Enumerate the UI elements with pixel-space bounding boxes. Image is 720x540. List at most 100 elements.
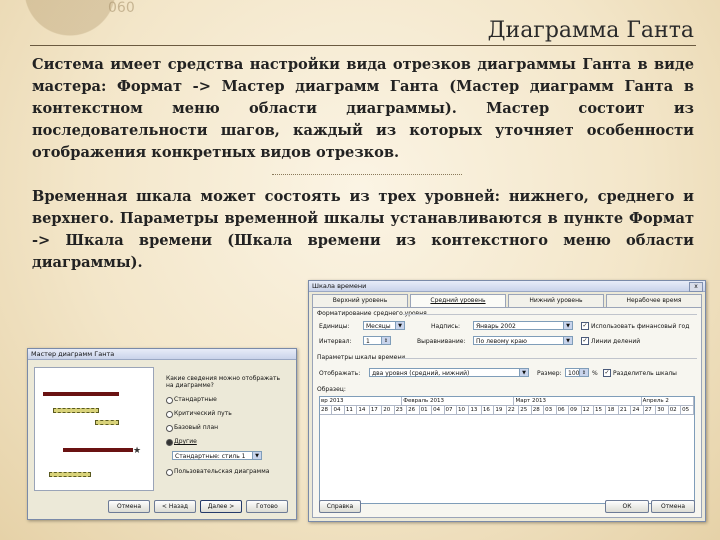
preview-day: 02 xyxy=(669,406,682,414)
gantt-wizard-dialog: Мастер диаграмм Ганта ★ Какие сведения м… xyxy=(27,348,297,520)
title-underline xyxy=(30,45,696,46)
units-select[interactable]: Месяцы ▼ xyxy=(363,321,405,330)
tab-nonworking-time[interactable]: Нерабочее время xyxy=(606,294,702,307)
spinner-arrows-icon: ⇕ xyxy=(579,369,588,376)
preview-day: 28 xyxy=(320,406,333,414)
timescale-title: Шкала времени xyxy=(312,282,367,290)
preview-day: 15 xyxy=(594,406,607,414)
wizard-question: Какие сведения можно отображать на диагр… xyxy=(166,375,281,389)
preview-day: 09 xyxy=(569,406,582,414)
count-spinner[interactable]: 1 ⇕ xyxy=(363,336,391,345)
timescale-panel: Форматирование среднего уровня Единицы: … xyxy=(312,307,702,518)
slide-title: Диаграмма Ганта xyxy=(487,18,694,43)
preview-day: 22 xyxy=(507,406,520,414)
tab-bottom-level[interactable]: Нижний уровень xyxy=(508,294,604,307)
align-select[interactable]: По левому краю ▼ xyxy=(473,336,573,345)
wizard-cancel-button[interactable]: Отмена xyxy=(108,500,150,513)
preview-day: 27 xyxy=(644,406,657,414)
preview-day: 16 xyxy=(482,406,495,414)
preview-month: Март 2013 xyxy=(514,397,642,405)
preview-day: 19 xyxy=(494,406,507,414)
wizard-title: Мастер диаграмм Ганта xyxy=(31,350,115,358)
paragraph-timescale: Временная шкала может состоять из трех у… xyxy=(32,188,694,271)
radio-baseline[interactable] xyxy=(166,425,173,432)
group-options-line xyxy=(399,358,697,359)
preview-day: 13 xyxy=(469,406,482,414)
show-value: два уровня (средний, нижний) xyxy=(372,370,470,377)
show-select[interactable]: два уровня (средний, нижний) ▼ xyxy=(369,368,529,377)
fiscal-checkbox[interactable]: ✓ xyxy=(581,322,589,330)
separator-checkbox[interactable]: ✓ xyxy=(603,369,611,377)
preview-days-row: 28 04 11 14 17 20 23 26 01 04 07 10 13 16 19 22 25 28 03 06… xyxy=(320,406,694,415)
chevron-down-icon: ▼ xyxy=(252,452,261,459)
units-label: Единицы: xyxy=(319,323,350,330)
preview-day: 04 xyxy=(432,406,445,414)
tab-top-level[interactable]: Верхний уровень xyxy=(312,294,408,307)
wizard-preview-area: ★ xyxy=(34,367,154,491)
size-spinner[interactable]: 100 ⇕ xyxy=(565,368,589,377)
option-other: Другие xyxy=(174,438,197,445)
option-critical-path: Критический путь xyxy=(174,410,232,417)
preview-day: 03 xyxy=(544,406,557,414)
chevron-down-icon: ▼ xyxy=(395,322,404,329)
decorative-number: 060 xyxy=(108,0,135,16)
preview-day: 26 xyxy=(407,406,420,414)
tab-middle-level[interactable]: Средний уровень xyxy=(410,294,506,307)
percent-sign: % xyxy=(592,370,598,377)
timescale-dialog: Шкала времени x Верхний уровень Средний … xyxy=(308,280,706,522)
preview-day: 28 xyxy=(532,406,545,414)
preview-month: Февраль 2013 xyxy=(402,397,515,405)
label-select[interactable]: Январь 2002 ▼ xyxy=(473,321,573,330)
close-button[interactable]: x xyxy=(689,282,703,292)
option-custom: Пользовательская диаграмма xyxy=(174,468,270,475)
preview-day: 12 xyxy=(582,406,594,414)
preview-day: 06 xyxy=(557,406,570,414)
timescale-preview: вр 2013 Февраль 2013 Март 2013 Апрель 2 … xyxy=(319,396,695,504)
preview-day: 01 xyxy=(420,406,433,414)
preview-day: 17 xyxy=(370,406,383,414)
wizard-titlebar: Мастер диаграмм Ганта xyxy=(28,349,296,360)
preview-label: Образец: xyxy=(317,386,346,393)
preview-months-row: вр 2013 Февраль 2013 Март 2013 Апрель 2 xyxy=(320,397,694,406)
wizard-back-button[interactable]: < Назад xyxy=(154,500,196,513)
summary-bar xyxy=(63,448,133,452)
label-value: Январь 2002 xyxy=(476,323,516,330)
style-value: Стандартные: стиль 1 xyxy=(175,453,246,460)
wizard-finish-button[interactable]: Готово xyxy=(246,500,288,513)
paragraph-wizard: Система имеет средства настройки вида от… xyxy=(32,56,694,161)
chevron-down-icon: ▼ xyxy=(563,337,572,344)
ticks-label: Линии делений xyxy=(591,338,641,345)
radio-standard[interactable] xyxy=(166,397,173,404)
preview-day: 18 xyxy=(606,406,619,414)
cancel-button[interactable]: Отмена xyxy=(651,500,695,513)
radio-custom[interactable] xyxy=(166,469,173,476)
label-label: Надпись: xyxy=(431,323,461,330)
ok-button[interactable]: ОК xyxy=(605,500,649,513)
radio-critical-path[interactable] xyxy=(166,411,173,418)
task-bar xyxy=(95,420,119,425)
ticks-checkbox[interactable]: ✓ xyxy=(581,337,589,345)
group-options-label: Параметры шкалы времени xyxy=(317,354,406,361)
help-button[interactable]: Справка xyxy=(319,500,361,513)
summary-bar xyxy=(43,392,119,396)
wizard-next-button[interactable]: Далее > xyxy=(200,500,242,513)
option-baseline: Базовый план xyxy=(174,424,219,431)
preview-day: 21 xyxy=(619,406,632,414)
spinner-arrows-icon: ⇕ xyxy=(381,337,390,344)
separator-dots xyxy=(272,174,462,175)
preview-day: 14 xyxy=(357,406,370,414)
units-value: Месяцы xyxy=(366,323,391,330)
preview-day: 25 xyxy=(519,406,532,414)
preview-month: вр 2013 xyxy=(320,397,403,405)
option-standard: Стандартные xyxy=(174,396,217,403)
preview-day: 05 xyxy=(681,406,694,414)
align-value: По левому краю xyxy=(476,338,527,345)
count-value: 1 xyxy=(366,338,370,345)
timescale-tabs: Верхний уровень Средний уровень Нижний у… xyxy=(312,294,702,307)
timescale-titlebar: Шкала времени x xyxy=(309,281,705,292)
style-select[interactable]: Стандартные: стиль 1 ▼ xyxy=(172,451,262,460)
decorative-clock-corner xyxy=(0,0,180,60)
size-value: 100 xyxy=(568,370,580,377)
group-format-line xyxy=(403,314,697,315)
radio-other[interactable] xyxy=(166,439,173,446)
